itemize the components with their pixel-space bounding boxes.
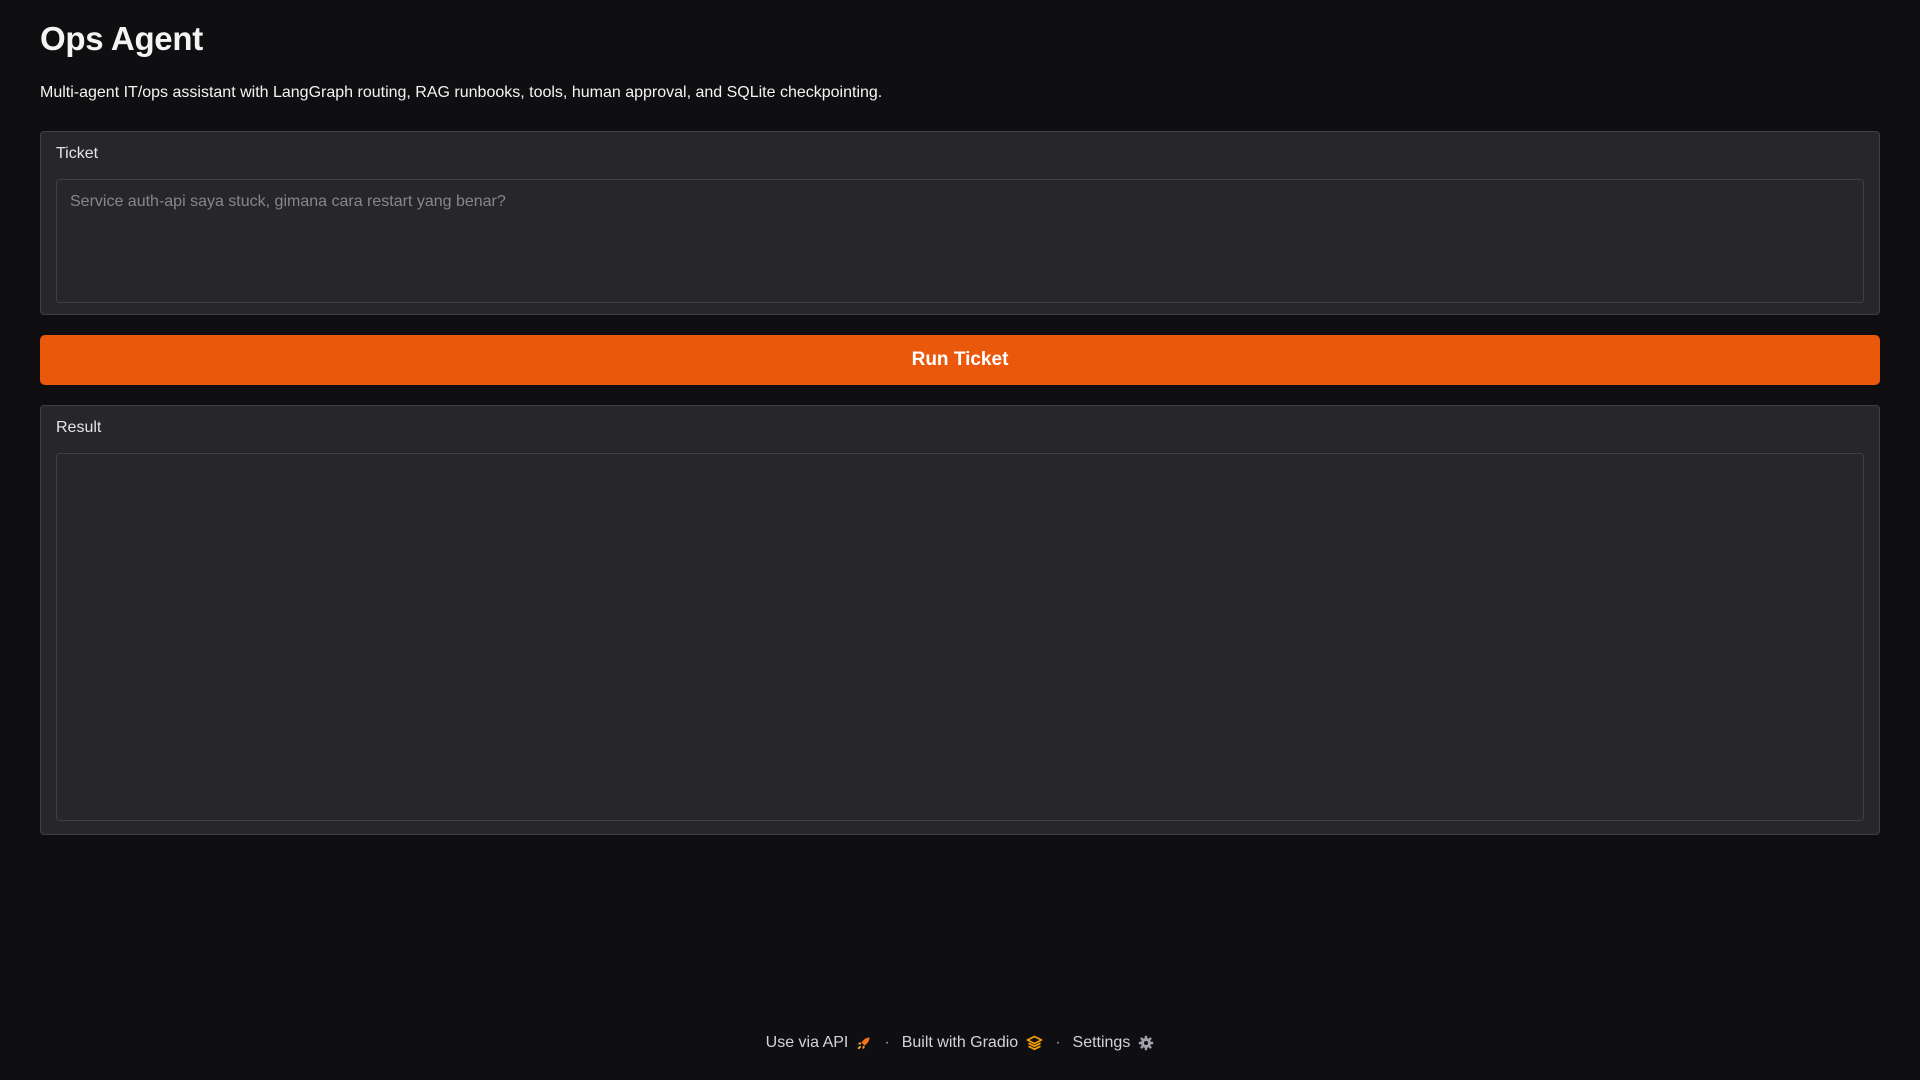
result-panel: Result: [40, 405, 1880, 835]
ticket-label: Ticket: [56, 145, 99, 162]
settings-link[interactable]: Settings: [1073, 1034, 1155, 1052]
rocket-icon: [856, 1035, 872, 1051]
app-page: Ops Agent Multi-agent IT/ops assistant w…: [0, 0, 1920, 1080]
use-via-api-label: Use via API: [765, 1034, 849, 1051]
footer-separator: ·: [884, 1034, 890, 1051]
footer: Use via API · Built with Gradio · Settin…: [0, 1034, 1920, 1052]
settings-label: Settings: [1072, 1034, 1131, 1051]
built-with-gradio-link[interactable]: Built with Gradio: [902, 1034, 1044, 1052]
ticket-panel: Ticket: [40, 131, 1880, 315]
ticket-input[interactable]: [56, 179, 1864, 303]
result-output[interactable]: [56, 453, 1864, 821]
gradio-logo-icon: [1026, 1035, 1043, 1051]
gear-icon: [1138, 1035, 1154, 1051]
result-label: Result: [56, 419, 102, 436]
built-with-gradio-label: Built with Gradio: [901, 1034, 1019, 1051]
use-via-api-link[interactable]: Use via API: [766, 1034, 873, 1052]
page-title: Ops Agent: [40, 20, 203, 57]
footer-separator: ·: [1055, 1034, 1061, 1051]
page-description: Multi-agent IT/ops assistant with LangGr…: [40, 84, 883, 101]
run-ticket-button[interactable]: Run Ticket: [40, 335, 1880, 385]
